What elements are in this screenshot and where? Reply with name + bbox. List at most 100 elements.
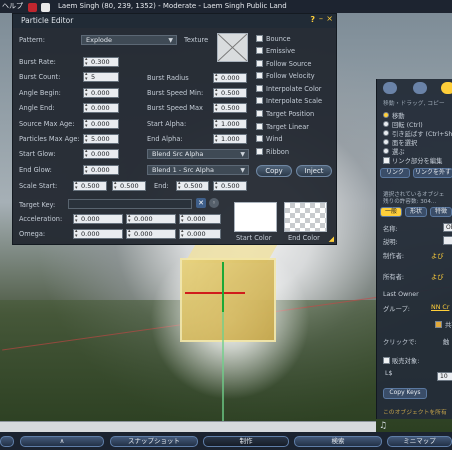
name-input[interactable]: Ob xyxy=(443,223,452,232)
acceleration-y-spinner[interactable]: 0.000 xyxy=(126,212,176,226)
build-button[interactable]: 制作 xyxy=(203,436,289,447)
start-alpha-spinner[interactable]: 1.000 xyxy=(213,117,247,131)
tool-hint: 移動・ドラッグ, コピー xyxy=(383,101,445,107)
scale-start-y-spinner[interactable]: 0.500 xyxy=(112,179,146,193)
blend-dest-value: Blend 1 - Src Alpha xyxy=(152,166,214,174)
close-button[interactable]: × xyxy=(326,14,333,23)
omega-z-spinner[interactable]: 0.000 xyxy=(179,227,221,241)
start-color-swatch[interactable] xyxy=(234,202,277,232)
start-glow-spinner[interactable]: 0.000 xyxy=(83,147,119,161)
snapshot-button[interactable]: スナップショット xyxy=(110,436,198,447)
clear-target-icon[interactable]: ✕ xyxy=(196,198,206,208)
omega-x-spinner[interactable]: 0.000 xyxy=(73,227,123,241)
radio-rotate[interactable] xyxy=(383,121,389,127)
minimize-button[interactable]: – xyxy=(319,14,323,23)
for-sale-label: 販売対象: xyxy=(392,358,420,365)
omega-label: Omega: xyxy=(19,230,46,238)
chat-input-strip[interactable] xyxy=(0,421,376,432)
burst-speed-min-spinner[interactable]: 0.500 xyxy=(213,86,247,100)
flag-follow-velocity-checkbox[interactable] xyxy=(256,72,263,79)
copy-button[interactable]: Copy xyxy=(256,165,292,177)
edit-linked-checkbox[interactable] xyxy=(383,157,390,164)
focus-tool-icon[interactable] xyxy=(383,82,397,94)
voice-icon[interactable] xyxy=(28,2,37,12)
target-key-input[interactable] xyxy=(68,199,192,209)
particle-editor-window: Particle Editor ? – × Pattern: Explode ▼ … xyxy=(12,13,337,245)
angle-begin-label: Angle Begin: xyxy=(19,89,61,97)
source-max-age-label: Source Max Age: xyxy=(19,120,75,128)
acceleration-x-spinner[interactable]: 0.000 xyxy=(73,212,123,226)
flag-wind-checkbox[interactable] xyxy=(256,135,263,142)
window-titlebar[interactable]: Particle Editor ? – × xyxy=(13,14,336,28)
pick-target-icon[interactable]: ◦ xyxy=(209,198,219,208)
scale-end-y-spinner[interactable]: 0.500 xyxy=(213,179,247,193)
tab-object[interactable]: 形状 xyxy=(405,207,427,217)
group-label: グループ: xyxy=(383,306,410,313)
flag-bounce-label: Bounce xyxy=(266,35,291,43)
burst-radius-spinner[interactable]: 0.000 xyxy=(213,71,247,85)
inject-button[interactable]: Inject xyxy=(296,165,332,177)
edit-tool-icon[interactable] xyxy=(441,82,452,94)
move-axis-y[interactable] xyxy=(222,262,224,312)
burst-speed-max-spinner[interactable]: 0.500 xyxy=(213,101,247,115)
flag-follow-source-checkbox[interactable] xyxy=(256,60,263,67)
search-button[interactable]: 検索 xyxy=(294,436,382,447)
group-name[interactable]: NN Cr xyxy=(431,304,449,311)
flag-emissive-checkbox[interactable] xyxy=(256,47,263,54)
media-icon[interactable] xyxy=(41,2,51,12)
link-button[interactable]: リンク xyxy=(380,168,410,178)
blend-source-dropdown[interactable]: Blend Src Alpha ▼ xyxy=(147,149,249,159)
start-alpha-label: Start Alpha: xyxy=(147,120,187,128)
acceleration-z-spinner[interactable]: 0.000 xyxy=(179,212,221,226)
tab-features[interactable]: 特徴 xyxy=(430,207,452,217)
toolbar-chevron-button[interactable]: ∧ xyxy=(20,436,104,447)
menu-help[interactable]: ヘルプ xyxy=(2,0,23,13)
radio-move[interactable] xyxy=(383,112,389,118)
selected-object[interactable] xyxy=(180,258,276,342)
radio-stretch-label: 引き延ばす (Ctrl+Sh xyxy=(392,131,452,138)
help-button[interactable]: ? xyxy=(310,15,315,24)
texture-picker[interactable] xyxy=(217,33,248,62)
scale-start-x-spinner[interactable]: 0.500 xyxy=(73,179,107,193)
source-max-age-spinner[interactable]: 0.000 xyxy=(83,117,119,131)
particles-max-age-spinner[interactable]: 5.000 xyxy=(83,132,119,146)
radio-select[interactable] xyxy=(383,148,389,154)
toolbar-left-button[interactable] xyxy=(0,436,14,447)
tab-general[interactable]: 一般 xyxy=(380,207,402,217)
angle-end-spinner[interactable]: 0.000 xyxy=(83,101,119,115)
flag-target-linear-checkbox[interactable] xyxy=(256,123,263,130)
radio-select-face[interactable] xyxy=(383,139,389,145)
flag-target-position-checkbox[interactable] xyxy=(256,110,263,117)
blend-dest-dropdown[interactable]: Blend 1 - Src Alpha ▼ xyxy=(147,165,249,175)
click-action-value[interactable]: 触 xyxy=(443,337,449,346)
end-color-swatch[interactable] xyxy=(284,202,327,232)
flag-ribbon-checkbox[interactable] xyxy=(256,148,263,155)
flag-bounce-checkbox[interactable] xyxy=(256,35,263,42)
scale-end-x-spinner[interactable]: 0.500 xyxy=(176,179,209,193)
move-axis-x[interactable] xyxy=(185,292,245,294)
unlink-button[interactable]: リンクを外す xyxy=(413,168,452,178)
end-color-label: End Color xyxy=(288,234,320,242)
resize-handle-icon[interactable]: ◢ xyxy=(329,235,334,243)
copy-keys-button[interactable]: Copy Keys xyxy=(383,388,427,399)
burst-count-spinner[interactable]: 5 xyxy=(83,70,119,84)
owner-name[interactable]: よび xyxy=(431,272,444,281)
angle-begin-spinner[interactable]: 0.000 xyxy=(83,86,119,100)
minimap-button[interactable]: ミニマップ xyxy=(387,436,452,447)
radio-stretch[interactable] xyxy=(383,130,389,136)
pattern-dropdown[interactable]: Explode ▼ xyxy=(81,35,177,45)
omega-y-spinner[interactable]: 0.000 xyxy=(126,227,176,241)
burst-rate-spinner[interactable]: 0.300 xyxy=(83,55,119,69)
creator-name[interactable]: よび xyxy=(431,251,444,260)
move-tool-icon[interactable] xyxy=(413,82,427,94)
music-note-icon[interactable]: ♫ xyxy=(379,421,387,431)
flag-interpolate-scale-checkbox[interactable] xyxy=(256,97,263,104)
share-checkbox[interactable] xyxy=(435,321,442,328)
end-glow-spinner[interactable]: 0.000 xyxy=(83,163,119,177)
price-input[interactable]: 10 xyxy=(437,372,452,381)
description-input[interactable] xyxy=(443,236,452,245)
end-alpha-spinner[interactable]: 1.000 xyxy=(213,132,247,146)
flag-interpolate-color-checkbox[interactable] xyxy=(256,85,263,92)
chevron-down-icon: ▼ xyxy=(240,167,245,174)
for-sale-checkbox[interactable] xyxy=(383,357,390,364)
